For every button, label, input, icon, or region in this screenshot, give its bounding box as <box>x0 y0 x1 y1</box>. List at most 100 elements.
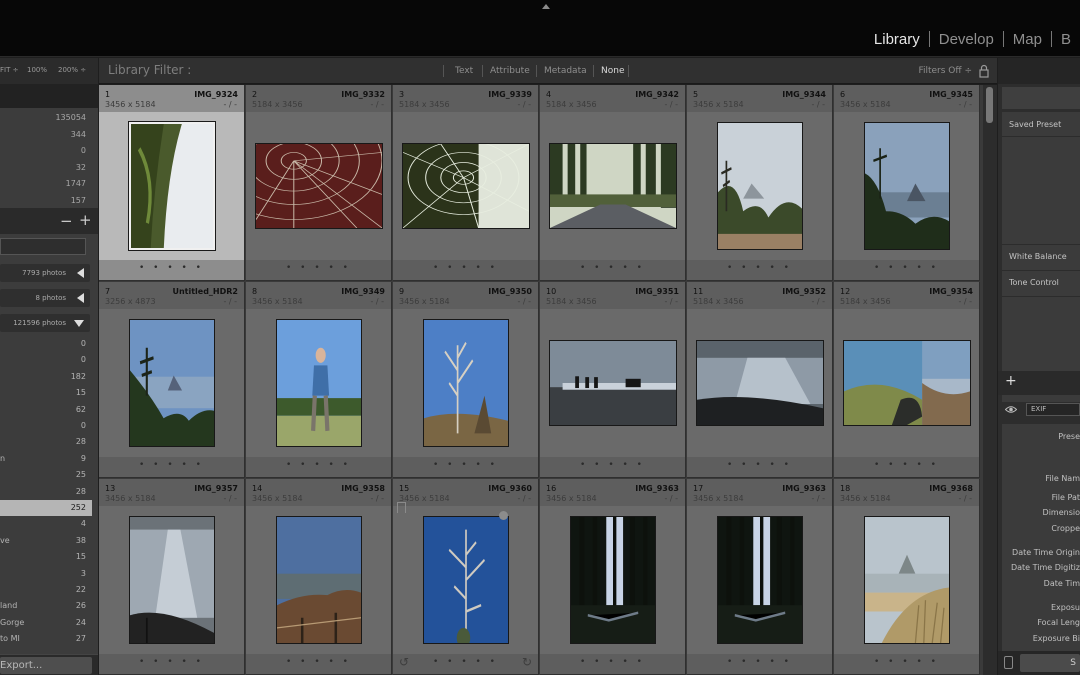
collection-row[interactable]: Gorge 24 <box>0 615 92 631</box>
collection-filter-input[interactable] <box>0 238 86 255</box>
eye-icon[interactable] <box>1005 405 1017 414</box>
auto-sync-switch[interactable] <box>1004 656 1013 669</box>
photo-thumbnail[interactable] <box>696 340 824 426</box>
collection-row[interactable]: 28 <box>0 434 92 450</box>
photo-cell[interactable]: 10 IMG_9351 5184 x 3456 - / - • • • • • <box>540 282 686 478</box>
thumbnail-area[interactable] <box>393 112 538 260</box>
photo-cell[interactable]: 7 Untitled_HDR2 3256 x 4873 - / - • • • • • <box>99 282 245 478</box>
catalog-row[interactable]: 1747 <box>0 176 92 192</box>
filter-tab-text[interactable]: Text <box>455 66 473 76</box>
flag-icon[interactable] <box>397 502 406 513</box>
grid-scrollbar[interactable] <box>983 85 997 675</box>
rating-dots[interactable]: • • • • • <box>393 460 538 470</box>
photo-cell[interactable]: 12 IMG_9354 5184 x 3456 - / - • • • • • <box>834 282 980 478</box>
saved-preset-label[interactable]: Saved Preset <box>1009 120 1061 129</box>
collection-row[interactable]: 62 <box>0 402 92 418</box>
photo-cell[interactable]: 2 IMG_9332 5184 x 3456 - / - • • • • • <box>246 85 392 281</box>
catalog-row[interactable]: 135054 <box>0 110 92 126</box>
photo-thumbnail[interactable] <box>402 143 530 229</box>
rating-dots[interactable]: • • • • • <box>540 263 685 273</box>
catalog-header[interactable] <box>0 84 98 108</box>
photo-thumbnail[interactable] <box>717 516 803 644</box>
rating-dots[interactable]: • • • • • <box>687 657 832 667</box>
photo-cell[interactable]: 3 IMG_9339 5184 x 3456 - / - • • • • • <box>393 85 539 281</box>
photo-thumbnail[interactable] <box>423 516 509 644</box>
thumbnail-area[interactable] <box>687 506 832 654</box>
photo-thumbnail[interactable] <box>864 516 950 644</box>
photo-cell[interactable]: 11 IMG_9352 5184 x 3456 - / - • • • • • <box>687 282 833 478</box>
rating-dots[interactable]: • • • • • <box>99 657 244 667</box>
remove-collection-icon[interactable]: − <box>60 212 73 230</box>
export-button[interactable]: Export... <box>0 657 92 674</box>
thumbnail-area[interactable] <box>834 112 979 260</box>
disclosure-down-icon[interactable] <box>74 320 84 327</box>
metadata-preset-button[interactable]: Prese <box>1058 432 1080 441</box>
photo-cell[interactable]: 6 IMG_9345 3456 x 5184 - / - • • • • • <box>834 85 980 281</box>
module-library[interactable]: Library <box>865 31 929 48</box>
photo-thumbnail[interactable] <box>129 319 215 447</box>
collection-row[interactable]: 25 <box>0 467 92 483</box>
photo-cell[interactable]: 8 IMG_9349 3456 x 5184 - / - • • • • • <box>246 282 392 478</box>
module-develop[interactable]: Develop <box>930 31 1003 48</box>
thumbnail-area[interactable] <box>687 112 832 260</box>
rotate-left-icon[interactable]: ↺ <box>399 655 409 669</box>
collection-row[interactable]: 15 <box>0 385 92 401</box>
photo-thumbnail[interactable] <box>255 143 383 229</box>
collection-row[interactable]: 3 <box>0 566 92 582</box>
collection-set[interactable]: 121596 photos <box>0 314 90 332</box>
collection-set[interactable]: 8 photos <box>0 289 90 307</box>
module-map[interactable]: Map <box>1004 31 1051 48</box>
catalog-row[interactable]: 0 <box>0 143 92 159</box>
photo-thumbnail[interactable] <box>128 121 216 251</box>
thumbnail-area[interactable] <box>246 309 391 457</box>
thumbnail-area[interactable] <box>393 309 538 457</box>
thumbnail-area[interactable] <box>540 506 685 654</box>
rating-dots[interactable]: • • • • • <box>99 460 244 470</box>
collection-row[interactable]: 0 <box>0 336 92 352</box>
photo-thumbnail[interactable] <box>549 143 677 229</box>
rating-dots[interactable]: • • • • • <box>393 263 538 273</box>
sync-button[interactable]: S <box>1020 654 1080 672</box>
rating-dots[interactable]: • • • • • <box>246 657 391 667</box>
rating-dots[interactable]: • • • • • <box>99 263 244 273</box>
rating-dots[interactable]: • • • • • <box>687 263 832 273</box>
rotate-right-icon[interactable]: ↻ <box>522 655 532 669</box>
collection-row[interactable]: 182 <box>0 369 92 385</box>
metadata-preset-select[interactable]: EXIF <box>1026 403 1080 416</box>
collection-row[interactable]: land 26 <box>0 598 92 614</box>
catalog-row[interactable]: 157 <box>0 193 92 209</box>
thumbnail-area[interactable] <box>99 112 244 260</box>
photo-thumbnail[interactable] <box>276 319 362 447</box>
rating-dots[interactable]: • • • • • <box>246 460 391 470</box>
thumbnail-area[interactable] <box>99 309 244 457</box>
disclosure-left-icon[interactable] <box>77 268 84 278</box>
thumbnail-area[interactable] <box>834 506 979 654</box>
collection-row[interactable]: 252 <box>0 500 92 516</box>
tone-control-label[interactable]: Tone Control <box>1009 278 1059 287</box>
rating-dots[interactable]: • • • • • <box>834 263 979 273</box>
zoom-fit[interactable]: FIT ÷ <box>0 66 18 74</box>
rating-dots[interactable]: • • • • • <box>246 263 391 273</box>
collection-row[interactable]: 4 <box>0 516 92 532</box>
module-book[interactable]: B <box>1052 31 1080 48</box>
photo-thumbnail[interactable] <box>423 319 509 447</box>
disclosure-left-icon[interactable] <box>77 293 84 303</box>
rating-dots[interactable]: • • • • • <box>540 460 685 470</box>
thumbnail-area[interactable] <box>540 309 685 457</box>
photo-cell[interactable]: 13 IMG_9357 3456 x 5184 - / - • • • • • <box>99 479 245 675</box>
photo-cell[interactable]: 9 IMG_9350 3456 x 5184 - / - • • • • • <box>393 282 539 478</box>
photo-thumbnail[interactable] <box>549 340 677 426</box>
thumbnail-area[interactable] <box>99 506 244 654</box>
grid-scrollbar-thumb[interactable] <box>986 87 993 123</box>
photo-thumbnail[interactable] <box>276 516 362 644</box>
add-collection-icon[interactable]: + <box>79 211 92 229</box>
thumbnail-area[interactable] <box>540 112 685 260</box>
photo-cell[interactable]: 18 IMG_9368 3456 x 5184 - / - • • • • • <box>834 479 980 675</box>
photo-cell[interactable]: 5 IMG_9344 3456 x 5184 - / - • • • • • <box>687 85 833 281</box>
collection-row[interactable]: 22 <box>0 582 92 598</box>
photo-thumbnail[interactable] <box>717 122 803 250</box>
photo-cell[interactable]: 14 IMG_9358 3456 x 5184 - / - • • • • • <box>246 479 392 675</box>
lock-icon[interactable] <box>979 64 989 78</box>
rating-dots[interactable]: • • • • • <box>834 657 979 667</box>
catalog-row[interactable]: 32 <box>0 160 92 176</box>
